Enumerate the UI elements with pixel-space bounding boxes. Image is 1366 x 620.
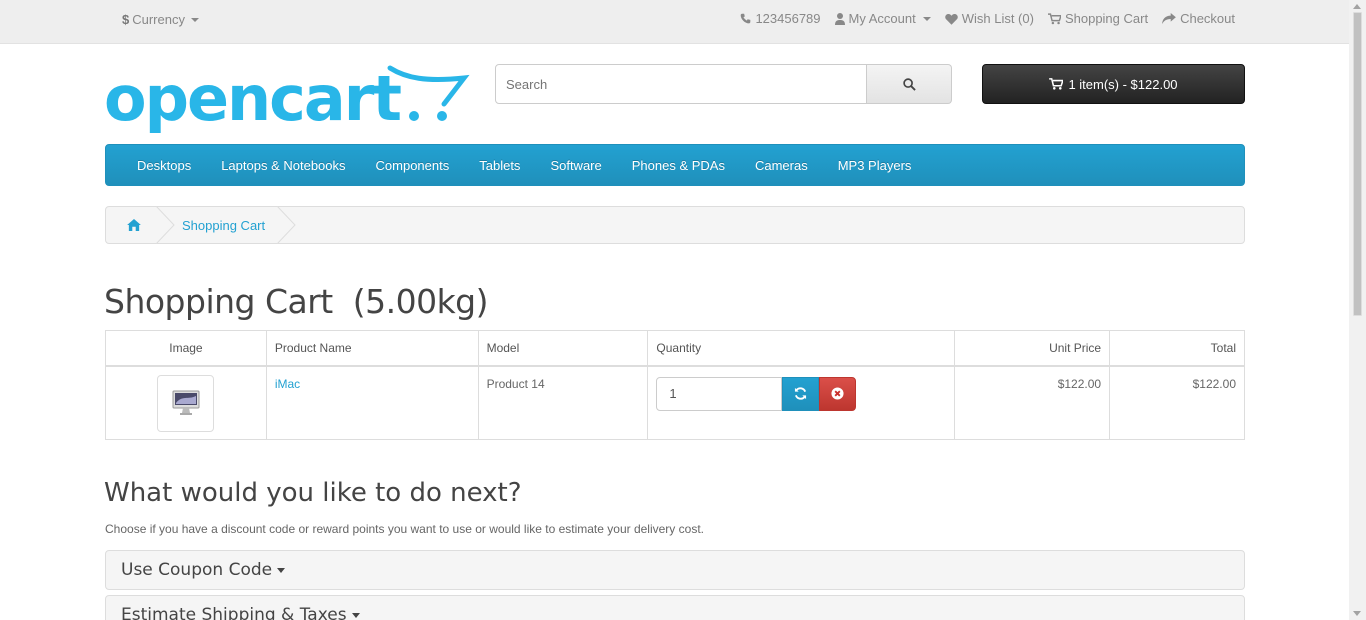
breadcrumb-shopping-cart[interactable]: Shopping Cart — [162, 206, 296, 244]
phone-link[interactable]: 123456789 — [740, 11, 821, 26]
checkout-link[interactable]: Checkout — [1162, 11, 1235, 26]
share-icon — [1162, 12, 1176, 24]
page-title: Shopping Cart (5.00kg) — [104, 282, 489, 321]
menu-item-phones-pdas[interactable]: Phones & PDAs — [617, 158, 740, 173]
next-heading: What would you like to do next? — [104, 478, 522, 508]
cart-summary-button[interactable]: 1 item(s) - $122.00 — [982, 64, 1245, 104]
cart-icon — [1047, 12, 1061, 24]
main-menu: Desktops Laptops & Notebooks Components … — [105, 144, 1245, 186]
currency-dropdown[interactable]: $ Currency — [122, 12, 199, 27]
col-header-image: Image — [105, 330, 267, 367]
menu-item-laptops-notebooks[interactable]: Laptops & Notebooks — [206, 158, 360, 173]
my-account-dropdown[interactable]: My Account — [834, 11, 931, 26]
user-icon — [834, 12, 845, 25]
menu-item-components[interactable]: Components — [361, 158, 465, 173]
refresh-icon — [795, 387, 807, 400]
cart-summary-label: 1 item(s) - $122.00 — [1068, 76, 1178, 92]
breadcrumb: Shopping Cart — [105, 206, 1245, 244]
menu-item-desktops[interactable]: Desktops — [122, 158, 206, 173]
search-bar — [495, 64, 952, 104]
page-scrollbar[interactable] — [1349, 0, 1366, 620]
shopping-cart-label: Shopping Cart — [1064, 11, 1149, 26]
cart-table: Image Product Name Model Quantity Unit P… — [105, 330, 1245, 440]
wish-list-link[interactable]: Wish List (0) — [944, 11, 1034, 26]
next-hint: Choose if you have a discount code or re… — [105, 522, 704, 536]
update-button[interactable] — [782, 376, 820, 411]
caret-down-icon — [922, 16, 931, 21]
shipping-panel-label: Estimate Shipping & Taxes — [121, 605, 347, 620]
scrollbar-thumb[interactable] — [1353, 12, 1362, 316]
search-icon — [902, 77, 916, 91]
col-header-unit-price: Unit Price — [954, 330, 1111, 367]
breadcrumb-home[interactable] — [106, 206, 175, 244]
remove-button[interactable] — [819, 376, 857, 411]
imac-thumbnail-icon — [172, 390, 200, 415]
logo-text: opencart — [104, 62, 402, 135]
breadcrumb-separator — [277, 206, 296, 244]
remove-circle-icon — [831, 387, 844, 400]
product-name-link[interactable]: iMac — [275, 377, 300, 391]
home-icon — [127, 219, 141, 231]
currency-label: Currency — [132, 12, 185, 27]
heart-icon — [944, 13, 958, 25]
menu-item-mp3-players[interactable]: MP3 Players — [823, 158, 927, 173]
caret-down-icon — [277, 567, 286, 573]
scroll-up-icon[interactable] — [1353, 4, 1361, 9]
top-links: 123456789 My Account Wish List (0) Shopp… — [740, 11, 1235, 26]
menu-item-software[interactable]: Software — [535, 158, 616, 173]
quantity-input[interactable] — [656, 376, 783, 411]
table-header-row: Image Product Name Model Quantity Unit P… — [105, 330, 1245, 367]
product-name-cell: iMac — [265, 365, 479, 440]
cart-icon — [1049, 78, 1064, 90]
search-input[interactable] — [495, 64, 867, 104]
caret-down-icon — [190, 17, 199, 22]
col-header-total: Total — [1109, 330, 1245, 367]
shopping-cart-link[interactable]: Shopping Cart — [1047, 11, 1149, 26]
logo-cart-icon — [387, 65, 470, 121]
coupon-panel-label: Use Coupon Code — [121, 560, 273, 580]
unit-price: $122.00 — [954, 365, 1111, 440]
wish-list-label: Wish List (0) — [961, 11, 1034, 26]
col-header-quantity: Quantity — [647, 330, 956, 367]
top-bar: $ Currency 123456789 My Account Wish Lis… — [0, 0, 1349, 44]
menu-item-cameras[interactable]: Cameras — [740, 158, 823, 173]
currency-symbol: $ — [122, 12, 130, 27]
phone-icon — [741, 13, 751, 24]
col-header-model: Model — [477, 330, 649, 367]
coupon-panel-toggle[interactable]: Use Coupon Code — [105, 550, 1245, 590]
caret-down-icon — [351, 612, 360, 618]
quantity-cell — [647, 365, 956, 440]
product-thumbnail[interactable] — [157, 374, 215, 432]
checkout-label: Checkout — [1180, 11, 1235, 26]
phone-number: 123456789 — [755, 11, 821, 26]
menu-item-tablets[interactable]: Tablets — [464, 158, 535, 173]
product-model: Product 14 — [477, 365, 649, 440]
quantity-group — [656, 376, 946, 411]
breadcrumb-label: Shopping Cart — [182, 217, 266, 233]
shipping-panel-toggle[interactable]: Estimate Shipping & Taxes — [105, 595, 1245, 620]
table-row: iMac Product 14 $122.00 $122.00 — [105, 365, 1245, 440]
my-account-label: My Account — [848, 11, 916, 26]
product-image-cell — [105, 365, 267, 440]
scroll-down-icon[interactable] — [1353, 611, 1361, 616]
store-logo[interactable]: opencart — [104, 62, 470, 136]
col-header-product-name: Product Name — [265, 330, 479, 367]
search-button[interactable] — [867, 64, 952, 104]
line-total: $122.00 — [1109, 365, 1245, 440]
